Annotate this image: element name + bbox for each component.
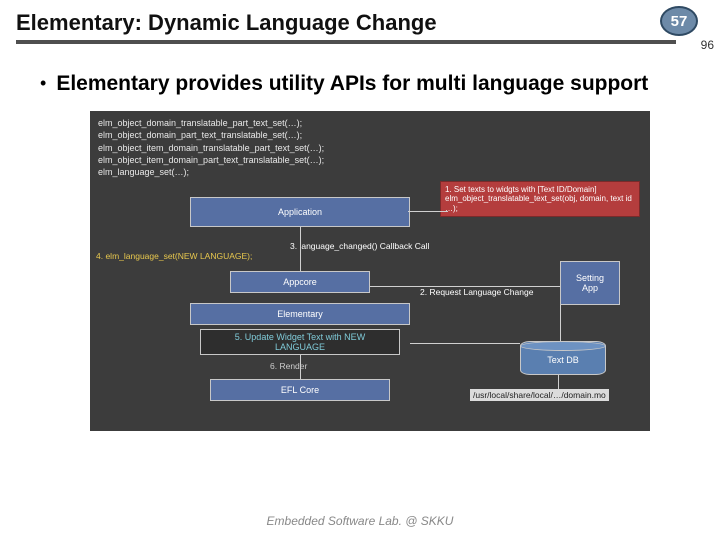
note-step2: 2. Request Language Change <box>420 287 533 297</box>
api-line: elm_object_domain_translatable_part_text… <box>98 117 324 129</box>
label-render: 6. Render <box>270 361 307 371</box>
box-setting-app: Setting App <box>560 261 620 305</box>
box-appcore: Appcore <box>230 271 370 293</box>
note-step4: 4. elm_language_set(NEW LANGUAGE); <box>96 251 252 261</box>
diagram-panel: elm_object_domain_translatable_part_text… <box>90 111 650 431</box>
path-label: /usr/local/share/local/…/domain.mo <box>470 389 609 401</box>
api-line: elm_object_domain_part_text_translatable… <box>98 129 324 141</box>
box-efl-core: EFL Core <box>210 379 390 401</box>
note-step3: 3. language_changed() Callback Call <box>290 241 429 251</box>
box-update-text: 5. Update Widget Text with NEW LANGUAGE <box>200 329 400 355</box>
api-line: elm_object_item_domain_part_text_transla… <box>98 154 324 166</box>
text-db-label: Text DB <box>547 355 579 365</box>
bullet-text: Elementary provides utility APIs for mul… <box>56 70 648 97</box>
api-line: elm_language_set(…); <box>98 166 324 178</box>
title-underline <box>16 40 676 44</box>
api-list: elm_object_domain_translatable_part_text… <box>98 117 324 178</box>
bullet-dot: • <box>40 70 46 96</box>
cylinder-text-db: Text DB <box>520 341 606 375</box>
note-step1: 1. Set texts to widgts with [Text ID/Dom… <box>440 181 640 217</box>
box-elementary: Elementary <box>190 303 410 325</box>
box-application: Application <box>190 197 410 227</box>
slide-number-badge: 57 <box>660 6 698 36</box>
footer-text: Embedded Software Lab. @ SKKU <box>0 514 720 528</box>
api-line: elm_object_item_domain_translatable_part… <box>98 142 324 154</box>
note-step1-a: 1. Set texts to widgts with [Text ID/Dom… <box>445 185 635 194</box>
page-title: Elementary: Dynamic Language Change <box>16 10 704 36</box>
sub-page-number: 96 <box>701 38 714 52</box>
note-step1-b: elm_object_translatable_text_set(obj, do… <box>445 194 635 212</box>
content-area: • Elementary provides utility APIs for m… <box>0 44 720 431</box>
